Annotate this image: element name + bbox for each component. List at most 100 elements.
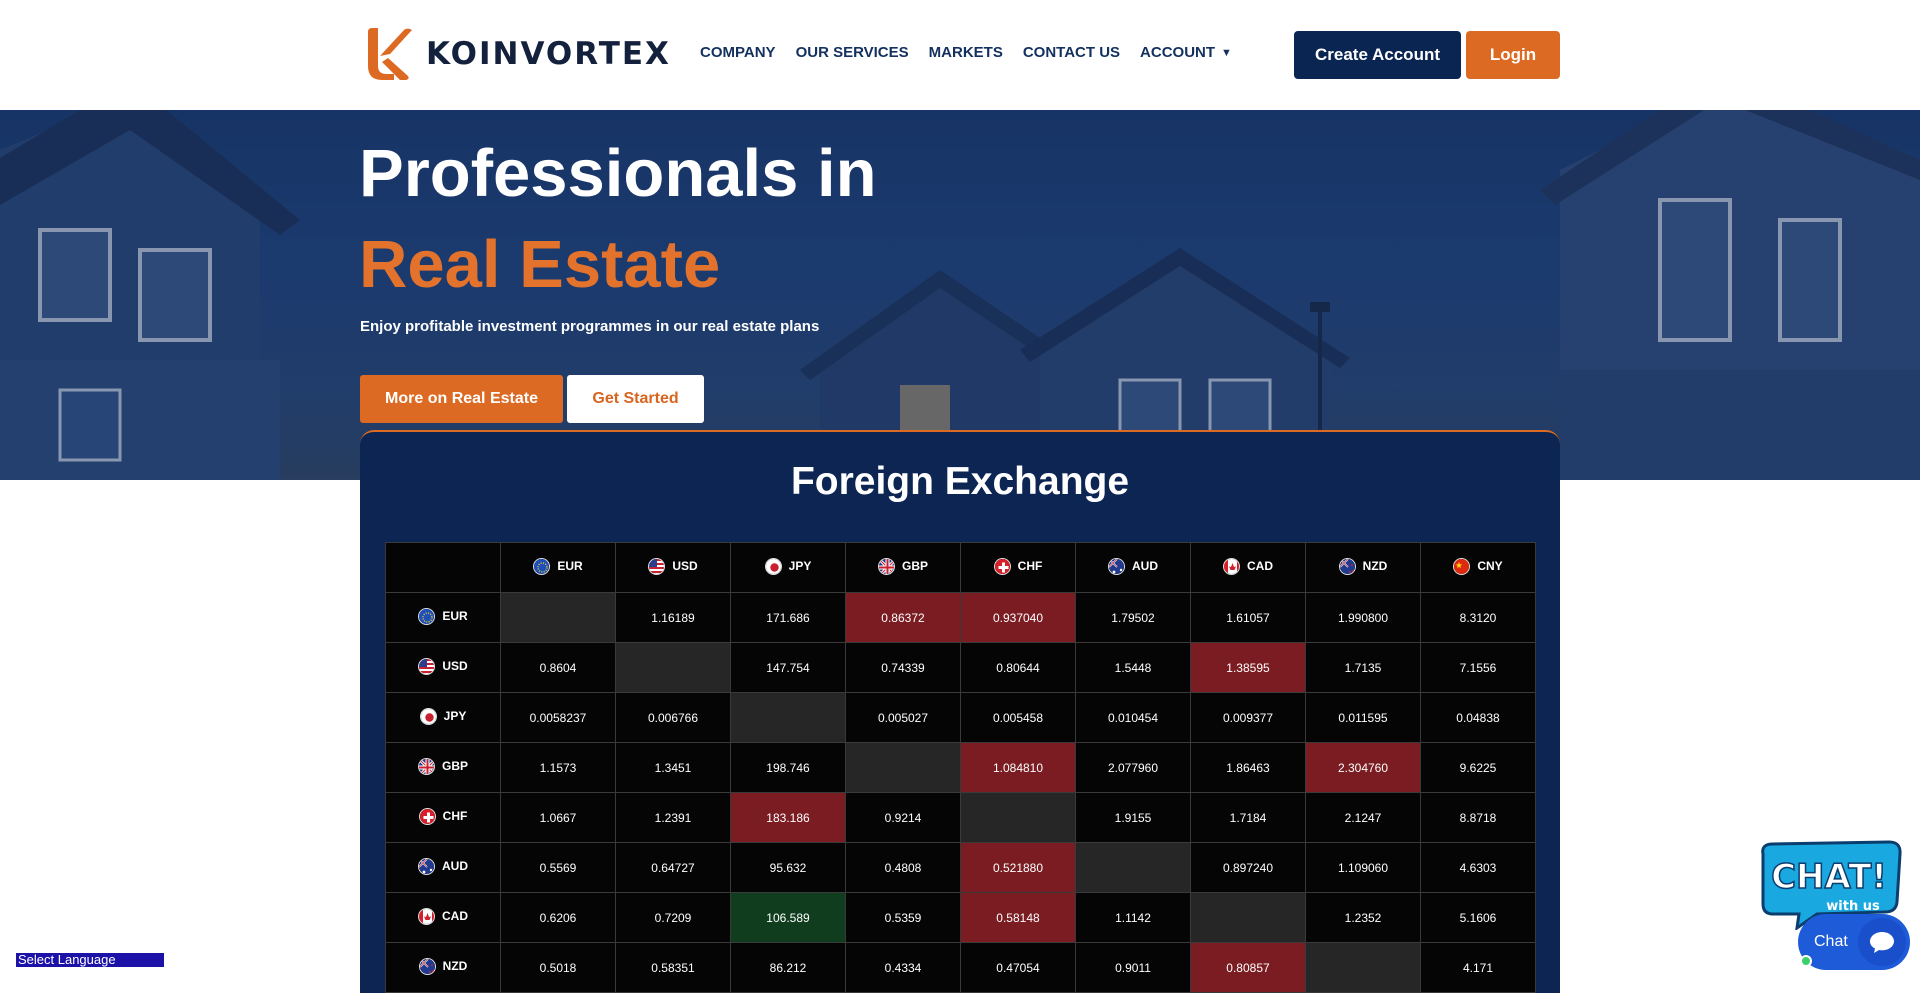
brand-logo[interactable]: KOINVORTEX [364, 26, 671, 82]
column-header: CAD [1190, 542, 1306, 593]
rate-cell: 0.7209 [615, 892, 731, 943]
currency-code: USD [672, 559, 698, 573]
col-currency-cny: CNY [1453, 557, 1503, 575]
rate-cell: 0.9214 [845, 792, 961, 843]
rate-cell: 0.5018 [500, 942, 616, 993]
col-currency-cad: CAD [1223, 557, 1273, 575]
rate-cell: 183.186 [730, 792, 846, 843]
currency-code: EUR [557, 559, 583, 573]
forex-title: Foreign Exchange [790, 460, 1130, 503]
rate-cell: 1.38595 [1190, 642, 1306, 693]
rate-cell: 106.589 [730, 892, 846, 943]
chat-launcher-button[interactable]: Chat [1798, 914, 1910, 970]
currency-code: USD [442, 659, 468, 673]
rate-cell: 1.5448 [1075, 642, 1191, 693]
row-currency-eur: EUR [418, 607, 468, 625]
flag-chf-icon [993, 557, 1011, 575]
hero-title: Professionals in [359, 136, 877, 211]
rate-cell: 198.746 [730, 742, 846, 793]
empty-diagonal-cell [730, 692, 846, 743]
rate-cell: 9.6225 [1420, 742, 1536, 793]
hero-subtitle: Enjoy profitable investment programmes i… [360, 318, 820, 335]
rate-cell: 0.5569 [500, 842, 616, 893]
rate-cell: 1.0667 [500, 792, 616, 843]
rate-cell: 95.632 [730, 842, 846, 893]
rate-cell: 86.212 [730, 942, 846, 993]
column-header: GBP [845, 542, 961, 593]
column-header: AUD [1075, 542, 1191, 593]
column-header: JPY [730, 542, 846, 593]
currency-code: CHF [442, 809, 468, 823]
rate-cell: 5.1606 [1420, 892, 1536, 943]
flag-aud-icon [418, 857, 435, 875]
table-row: AUD 0.5569 0.64727 95.632 0.4808 0.521880 0.89… [385, 842, 1536, 893]
login-button[interactable]: Login [1466, 31, 1560, 79]
column-header: EUR [500, 542, 616, 593]
rate-cell: 0.937040 [960, 592, 1076, 643]
col-currency-aud: AUD [1108, 557, 1158, 575]
nav-contact-us[interactable]: CONTACT US [1023, 44, 1120, 61]
empty-diagonal-cell [1305, 942, 1421, 993]
rate-cell: 1.084810 [960, 742, 1076, 793]
create-account-button[interactable]: Create Account [1294, 31, 1461, 79]
rate-cell: 0.0058237 [500, 692, 616, 743]
col-currency-nzd: NZD [1338, 557, 1387, 575]
nav-our-services[interactable]: OUR SERVICES [796, 44, 909, 61]
rate-cell: 0.80857 [1190, 942, 1306, 993]
chat-bubble-icon [1858, 918, 1906, 966]
currency-code: AUD [442, 859, 468, 873]
column-header: USD [615, 542, 731, 593]
column-header: CHF [960, 542, 1076, 593]
row-currency-jpy: JPY [419, 707, 466, 725]
brand-name: KOINVORTEX [426, 36, 671, 72]
currency-code: JPY [788, 559, 812, 573]
nav-account[interactable]: ACCOUNT ▼ [1140, 44, 1232, 61]
currency-code: CHF [1017, 559, 1043, 573]
rate-cell: 0.897240 [1190, 842, 1306, 893]
rate-cell: 1.86463 [1190, 742, 1306, 793]
forex-panel: Foreign Exchange EUR USD JPY GBP CHF AUD CAD NZ… [360, 430, 1560, 993]
rate-cell: 2.304760 [1305, 742, 1421, 793]
get-started-button[interactable]: Get Started [567, 375, 704, 423]
flag-chf-icon [418, 807, 436, 825]
rate-cell: 1.2352 [1305, 892, 1421, 943]
rate-cell: 0.5359 [845, 892, 961, 943]
rate-cell: 4.6303 [1420, 842, 1536, 893]
table-row: GBP 1.1573 1.3451 198.746 1.084810 2.077960 1.… [385, 742, 1536, 793]
currency-code: NZD [442, 959, 468, 973]
main-nav: COMPANY OUR SERVICES MARKETS CONTACT US … [700, 44, 1252, 61]
rate-cell: 0.58148 [960, 892, 1076, 943]
empty-diagonal-cell [845, 742, 961, 793]
hero-overlay [0, 110, 1920, 480]
row-currency-aud: AUD [418, 857, 468, 875]
forex-cross-rates-table: EUR USD JPY GBP CHF AUD CAD NZD CNY EUR 1.16189 17… [385, 542, 1536, 993]
rate-cell: 1.1573 [500, 742, 616, 793]
flag-eur-icon [533, 557, 551, 575]
rate-cell: 4.171 [1420, 942, 1536, 993]
nav-markets[interactable]: MARKETS [929, 44, 1003, 61]
col-currency-eur: EUR [533, 557, 583, 575]
rate-cell: 0.005458 [960, 692, 1076, 743]
empty-diagonal-cell [615, 642, 731, 693]
row-header: USD [385, 642, 501, 693]
rate-cell: 1.7135 [1305, 642, 1421, 693]
online-status-dot [1800, 955, 1812, 967]
row-header: CAD [385, 892, 501, 943]
rate-cell: 2.077960 [1075, 742, 1191, 793]
language-select[interactable]: Select Language [15, 952, 165, 968]
nav-company[interactable]: COMPANY [700, 44, 776, 61]
currency-code: CNY [1477, 559, 1503, 573]
rate-cell: 0.005027 [845, 692, 961, 743]
row-header: EUR [385, 592, 501, 643]
row-header: NZD [385, 942, 501, 993]
rate-cell: 0.58351 [615, 942, 731, 993]
rate-cell: 1.79502 [1075, 592, 1191, 643]
chat-sticker-subtext: with us [1826, 899, 1880, 914]
rate-cell: 0.010454 [1075, 692, 1191, 743]
flag-eur-icon [418, 607, 436, 625]
table-corner-cell [385, 542, 501, 593]
chat-sticker-text: CHAT! [1771, 857, 1887, 897]
flag-jpy-icon [764, 557, 782, 575]
rate-cell: 0.86372 [845, 592, 961, 643]
more-on-real-estate-button[interactable]: More on Real Estate [360, 375, 563, 423]
